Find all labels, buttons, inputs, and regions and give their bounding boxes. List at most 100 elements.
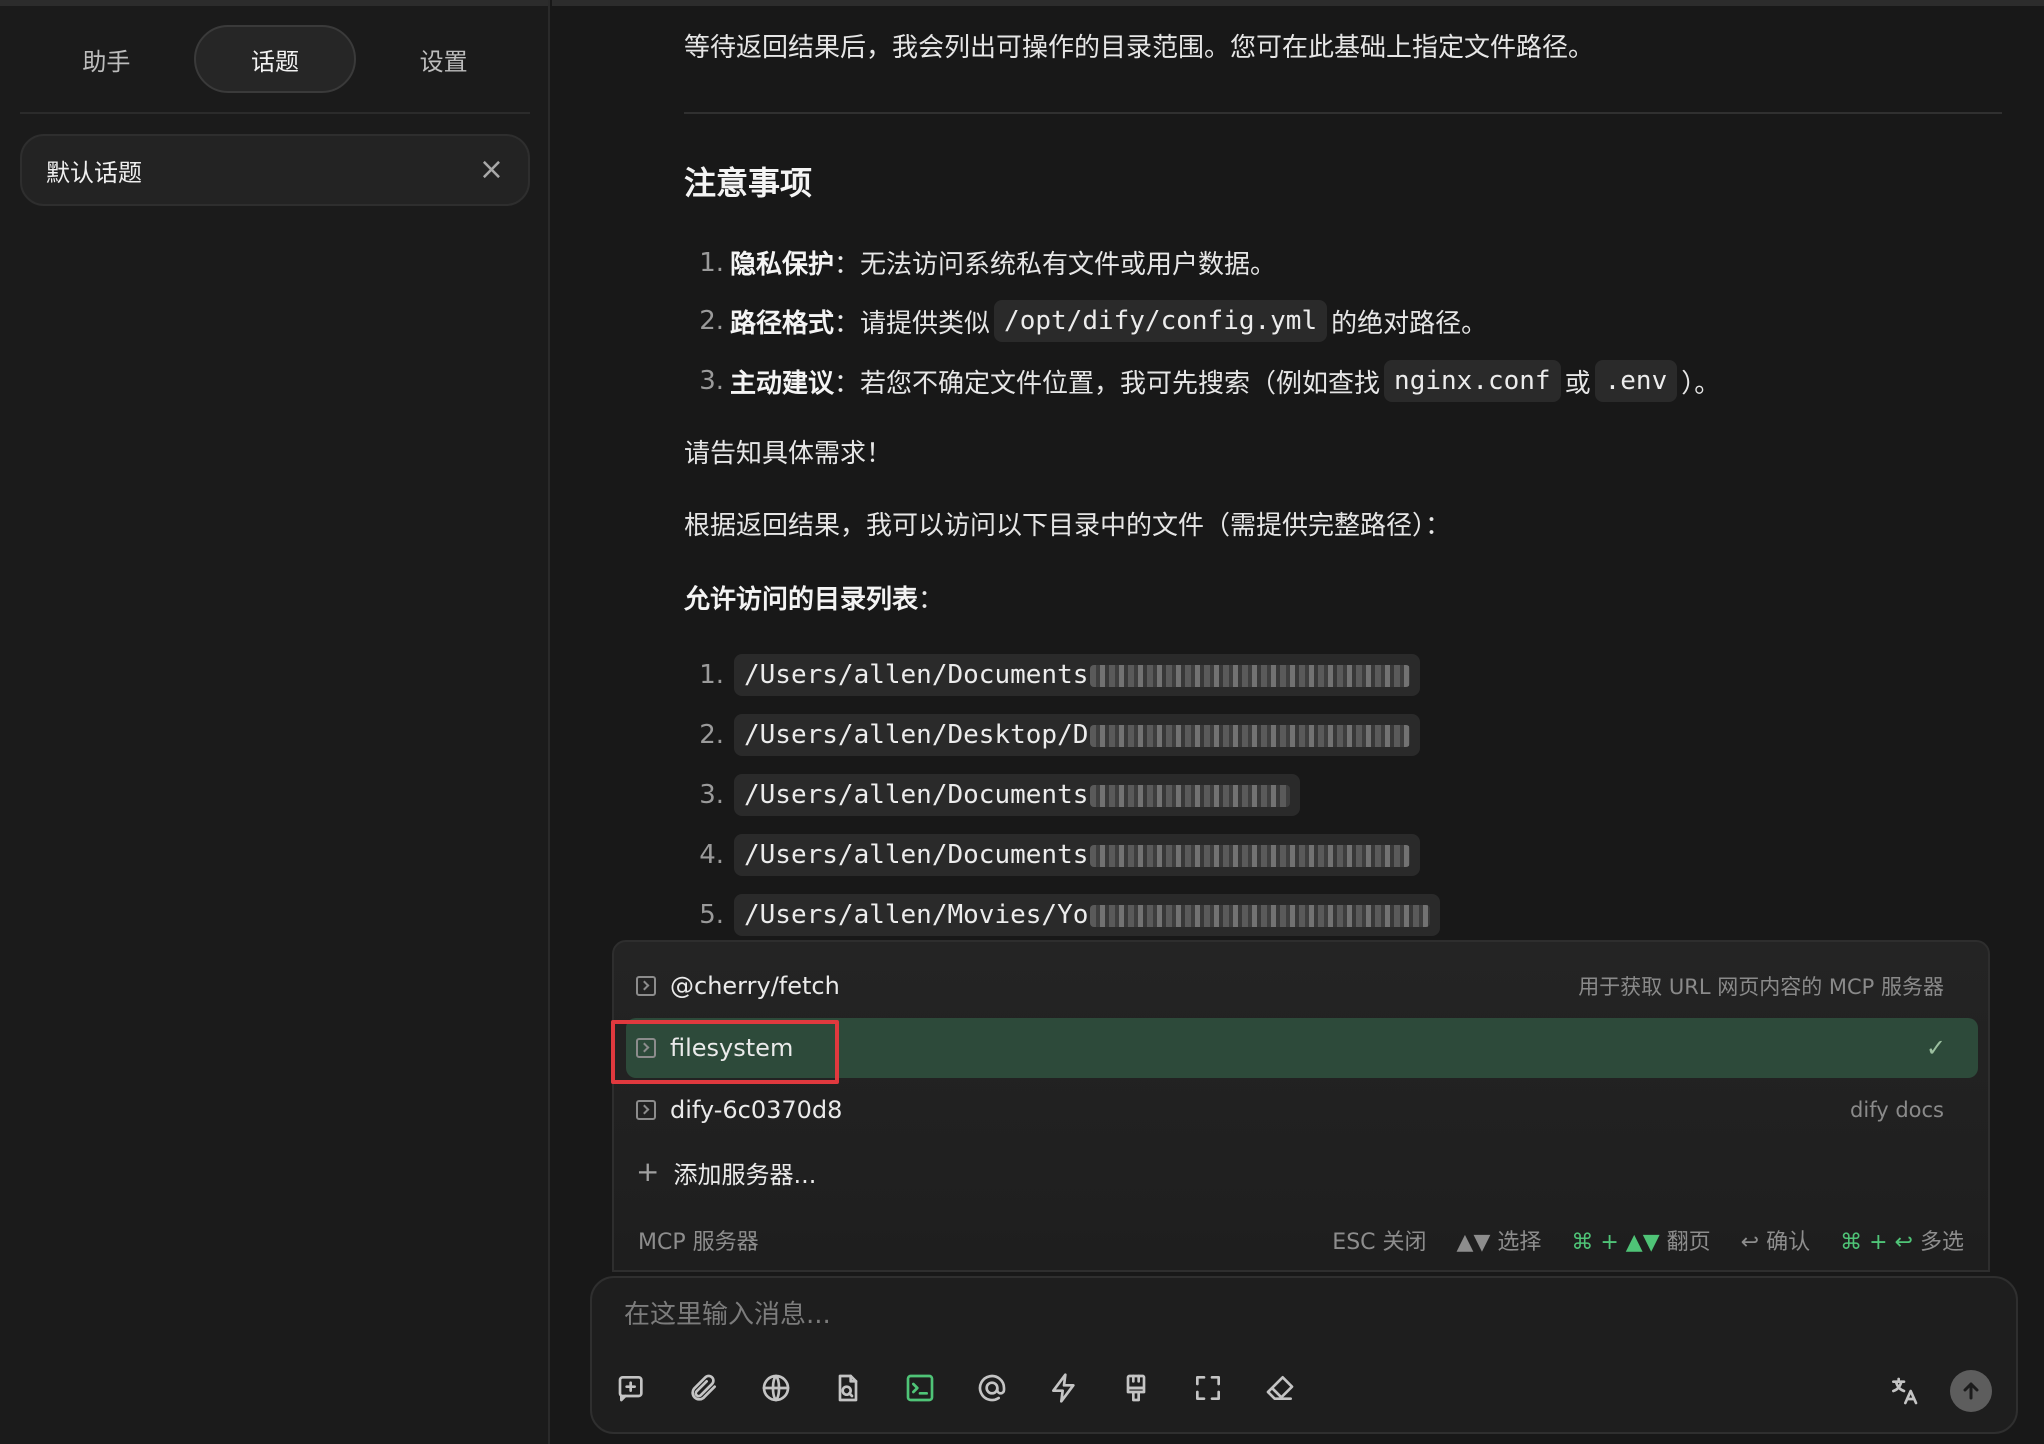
dir-item: 2. /Users/allen/Desktop/D bbox=[684, 714, 1424, 756]
web-search-icon[interactable] bbox=[758, 1370, 794, 1406]
mcp-item-name: filesystem bbox=[670, 1034, 794, 1062]
knowledge-icon[interactable] bbox=[830, 1370, 866, 1406]
fullscreen-icon[interactable] bbox=[1190, 1370, 1226, 1406]
hint-select: ▲▼ 选择 bbox=[1457, 1224, 1542, 1256]
hint-multi: ⌘ + ↩ 多选 bbox=[1840, 1224, 1964, 1256]
hint-confirm-key: ↩ bbox=[1740, 1230, 1760, 1255]
allowed-heading: 允许访问的目录列表： bbox=[684, 582, 944, 618]
list-number: 5. bbox=[699, 900, 724, 930]
attachment-icon[interactable] bbox=[686, 1370, 722, 1406]
mcp-item-desc: 用于获取 URL 网页内容的 MCP 服务器 bbox=[1578, 975, 1944, 999]
list-title: 隐私保护 bbox=[730, 250, 835, 280]
list-title: 路径格式 bbox=[730, 308, 835, 339]
inline-code: /Users/allen/Documents bbox=[734, 834, 1421, 876]
inline-code: .env bbox=[1594, 360, 1678, 402]
notice-heading: 注意事项 bbox=[684, 164, 813, 202]
message-input[interactable] bbox=[624, 1300, 1924, 1330]
inline-code: nginx.conf bbox=[1384, 360, 1561, 402]
redacted-text bbox=[1090, 904, 1431, 927]
list-number: 4. bbox=[699, 840, 724, 870]
list-text: 无法访问系统私有文件或用户数据。 bbox=[860, 250, 1277, 280]
list-number: 1. bbox=[699, 247, 724, 278]
eraser-icon[interactable] bbox=[1262, 1370, 1298, 1406]
send-button[interactable] bbox=[1950, 1370, 1992, 1412]
hint-select-label: 选择 bbox=[1497, 1230, 1542, 1255]
dir-item: 3. /Users/allen/Documents bbox=[684, 774, 1304, 816]
mcp-item-cherry-fetch[interactable]: @cherry/fetch 用于获取 URL 网页内容的 MCP 服务器 bbox=[626, 956, 1978, 1016]
dir-item: 4. /Users/allen/Documents bbox=[684, 834, 1424, 876]
mcp-tools-icon[interactable] bbox=[902, 1370, 938, 1406]
plus-icon: + bbox=[636, 1155, 660, 1188]
inline-code: /Users/allen/Documents bbox=[734, 774, 1301, 816]
terminal-icon bbox=[636, 1038, 656, 1058]
list-sep: ： bbox=[834, 250, 861, 280]
terminal-icon bbox=[636, 976, 656, 996]
list-number: 3. bbox=[699, 366, 724, 396]
quick-phrase-icon[interactable] bbox=[1046, 1370, 1082, 1406]
keyboard-hints: ESC 关闭 ▲▼ 选择 ⌘ + ▲▼ 翻页 ↩ 确认 ⌘ + ↩ 多选 bbox=[1332, 1224, 1964, 1256]
redacted-text bbox=[1090, 724, 1411, 747]
inline-code: /Users/allen/Desktop/D bbox=[734, 714, 1421, 756]
add-server-item[interactable]: + 添加服务器... bbox=[626, 1142, 1978, 1202]
popup-footer: MCP 服务器 ESC 关闭 ▲▼ 选择 ⌘ + ▲▼ 翻页 ↩ 确认 ⌘ + … bbox=[638, 1220, 1964, 1260]
terminal-icon bbox=[636, 1100, 656, 1120]
hint-select-keys: ▲▼ bbox=[1456, 1230, 1491, 1255]
list-item: 2. 路径格式： 请提供类似 /opt/dify/config.yml 的绝对路… bbox=[684, 300, 1487, 342]
check-icon: ✓ bbox=[1925, 1034, 1946, 1062]
new-topic-icon[interactable] bbox=[614, 1370, 650, 1406]
composer-right-tools bbox=[1886, 1370, 1992, 1412]
list-text: ）。 bbox=[1681, 368, 1721, 399]
mcp-item-name: dify-6c0370d8 bbox=[670, 1096, 843, 1124]
clear-context-icon[interactable] bbox=[1118, 1370, 1154, 1406]
list-sep: ： bbox=[834, 368, 861, 399]
dir-path: /Users/allen/Movies/Yo bbox=[744, 900, 1089, 930]
list-item: 1. 隐私保护： 无法访问系统私有文件或用户数据。 bbox=[684, 244, 1276, 281]
inline-code: /opt/dify/config.yml bbox=[994, 300, 1328, 342]
popup-footer-title: MCP 服务器 bbox=[638, 1230, 759, 1255]
list-number: 2. bbox=[699, 720, 724, 750]
arrow-up-icon bbox=[1963, 1382, 1979, 1400]
tab-topics[interactable]: 话题 bbox=[193, 25, 356, 93]
tab-assistant[interactable]: 助手 bbox=[25, 25, 187, 93]
close-icon[interactable]: × bbox=[479, 155, 504, 185]
dir-path: /Users/allen/Documents bbox=[744, 780, 1089, 810]
mcp-item-dify[interactable]: dify-6c0370d8 dify docs bbox=[626, 1080, 1978, 1140]
sidebar: 助手 话题 设置 默认话题 × bbox=[0, 0, 550, 1444]
translate-icon[interactable] bbox=[1886, 1373, 1922, 1409]
mention-icon[interactable] bbox=[974, 1370, 1010, 1406]
list-text: 请提供类似 bbox=[860, 308, 991, 339]
list-sep: ： bbox=[834, 308, 861, 339]
redacted-text bbox=[1090, 664, 1411, 687]
message-paragraph: 根据返回结果，我可以访问以下目录中的文件（需提供完整路径）： bbox=[684, 511, 1452, 541]
topic-label: 默认话题 bbox=[46, 158, 142, 187]
dir-path: /Users/allen/Documents bbox=[744, 840, 1089, 870]
hint-esc: ESC 关闭 bbox=[1332, 1230, 1427, 1255]
mcp-item-name: @cherry/fetch bbox=[670, 972, 840, 1000]
hint-multi-keys: ⌘ + ↩ bbox=[1840, 1230, 1913, 1255]
message-paragraph: 等待返回结果后，我会列出可操作的目录范围。您可在此基础上指定文件路径。 bbox=[684, 33, 1595, 63]
mcp-item-filesystem[interactable]: filesystem ✓ bbox=[626, 1018, 1978, 1078]
mcp-server-popup: @cherry/fetch 用于获取 URL 网页内容的 MCP 服务器 fil… bbox=[611, 940, 1990, 1272]
dir-item: 5. /Users/allen/Movies/Yo bbox=[684, 894, 1444, 936]
hint-confirm-label: 确认 bbox=[1766, 1230, 1811, 1255]
redacted-text bbox=[1090, 844, 1411, 867]
add-server-label: 添加服务器... bbox=[673, 1160, 817, 1189]
tabs-divider bbox=[20, 112, 530, 114]
hint-page-keys: ⌘ + ▲▼ bbox=[1571, 1230, 1660, 1255]
dir-item: 1. /Users/allen/Documents bbox=[684, 654, 1424, 696]
composer-toolbar bbox=[614, 1370, 1298, 1406]
list-item: 3. 主动建议： 若您不确定文件位置，我可先搜索（例如查找 nginx.conf… bbox=[684, 360, 1720, 402]
inline-code: /Users/allen/Movies/Yo bbox=[734, 894, 1441, 936]
chat-main: 等待返回结果后，我会列出可操作的目录范围。您可在此基础上指定文件路径。 注意事项… bbox=[552, 0, 2044, 1444]
mcp-item-desc: dify docs bbox=[1850, 1098, 1944, 1122]
message-paragraph: 请告知具体需求！ bbox=[684, 439, 893, 469]
divider bbox=[684, 112, 2002, 114]
hint-page-label: 翻页 bbox=[1666, 1230, 1711, 1255]
topic-item-default[interactable]: 默认话题 × bbox=[20, 134, 530, 206]
hint-page: ⌘ + ▲▼ 翻页 bbox=[1571, 1224, 1710, 1256]
allowed-heading-sep: ： bbox=[918, 585, 945, 615]
dir-path: /Users/allen/Desktop/D bbox=[744, 720, 1089, 750]
list-number: 3. bbox=[699, 780, 724, 810]
tab-settings[interactable]: 设置 bbox=[363, 25, 525, 93]
inline-code: /Users/allen/Documents bbox=[734, 654, 1421, 696]
